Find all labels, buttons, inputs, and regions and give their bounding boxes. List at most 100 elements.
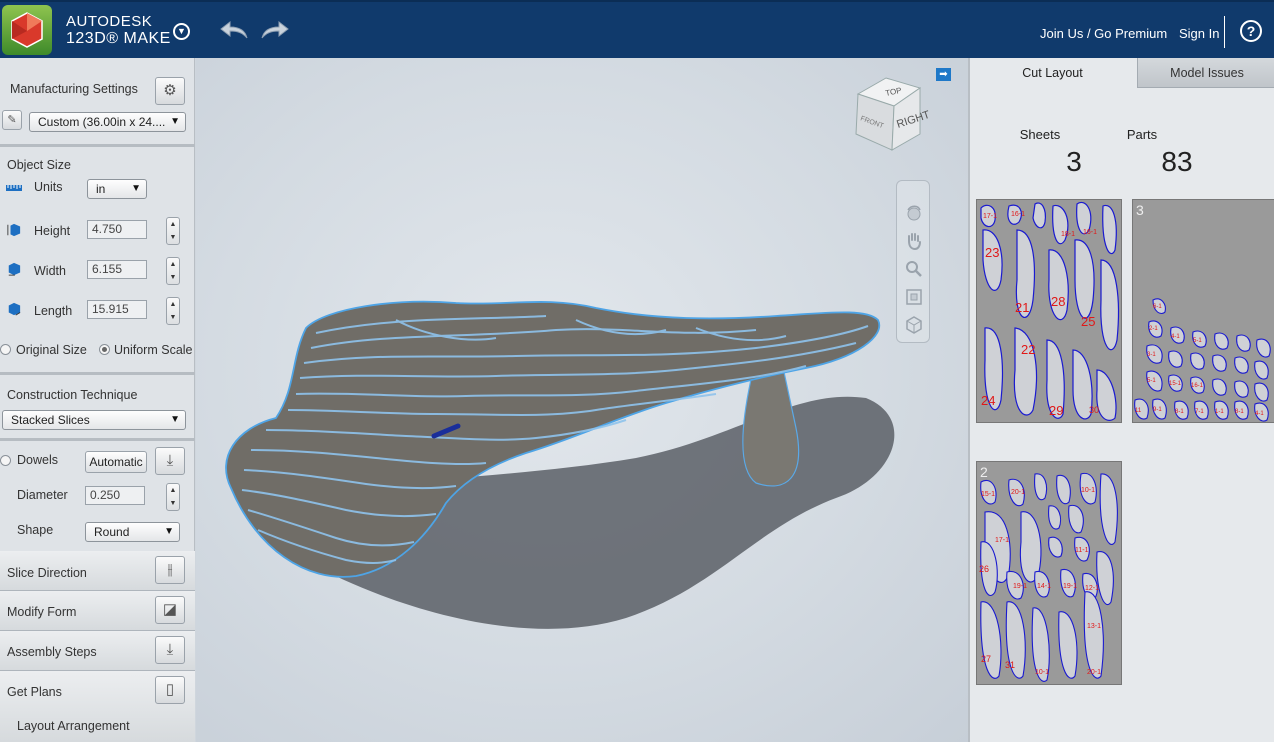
svg-text:5-1: 5-1 xyxy=(1147,378,1156,384)
construction-technique-label: Construction Technique xyxy=(7,388,138,402)
svg-text:19-1: 19-1 xyxy=(1013,583,1027,590)
layout-arrangement-label[interactable]: Layout Arrangement xyxy=(17,719,130,733)
sheet-thumbnail-1[interactable]: 23 21 28 25 22 24 29 30 17-1 16-1 18-1 16-1 xyxy=(976,199,1122,423)
diameter-input[interactable]: 0.250 xyxy=(85,486,145,505)
width-label: Width xyxy=(34,264,66,278)
height-input[interactable]: 4.750 xyxy=(87,220,147,239)
modify-form-icon: ◪ xyxy=(162,601,178,618)
chevron-down-icon: ▼ xyxy=(170,116,180,127)
svg-text:17-1: 17-1 xyxy=(983,213,997,220)
assembly-icon: ⤓ xyxy=(166,641,174,658)
product-name: 123D® MAKE xyxy=(66,30,171,47)
svg-text:15-1: 15-1 xyxy=(981,491,995,498)
svg-text:31: 31 xyxy=(1005,660,1015,670)
assembly-steps-section[interactable]: Assembly Steps ⤓ xyxy=(0,631,195,671)
chevron-down-icon: ▼ xyxy=(164,526,174,537)
redo-icon[interactable] xyxy=(259,19,291,41)
slice-direction-button[interactable]: ⫲ xyxy=(155,556,185,584)
3d-viewport[interactable]: TOP RIGHT FRONT ➡ xyxy=(196,58,968,742)
svg-text:30: 30 xyxy=(1089,405,1099,415)
assembly-steps-label: Assembly Steps xyxy=(7,645,97,659)
construction-technique-select[interactable]: Stacked Slices ▼ xyxy=(2,410,186,430)
dowel-shape-select[interactable]: Round ▼ xyxy=(85,522,180,542)
home-view-icon[interactable] xyxy=(905,316,923,334)
section-divider xyxy=(0,144,195,147)
svg-text:13-1: 13-1 xyxy=(1087,623,1101,630)
sheet-thumbnail-2[interactable]: 2 15-1 20-1 10-1 17-1 11-1 26 19-1 14-1 … xyxy=(976,461,1122,685)
diameter-label: Diameter xyxy=(17,488,68,502)
navigation-bar xyxy=(896,180,930,343)
get-plans-section[interactable]: Get Plans ▯ Layout Arrangement xyxy=(0,671,195,742)
svg-text:8-1: 8-1 xyxy=(1235,409,1244,415)
dowel-placement-button[interactable]: ⤓ xyxy=(155,447,185,475)
material-preset-value: Custom (36.00in x 24.... xyxy=(38,115,166,129)
sheet-3-parts: 6-1 2-1 3-1 4-1 5-1 5-1 15-1 16-1 11 9-1 8-1 7-1… xyxy=(1134,298,1271,422)
width-input[interactable]: 6.155 xyxy=(87,260,147,279)
modify-form-button[interactable]: ◪ xyxy=(155,596,185,624)
get-plans-button[interactable]: ▯ xyxy=(155,676,185,704)
units-select[interactable]: in ▼ xyxy=(87,179,147,199)
svg-text:4-1: 4-1 xyxy=(1255,411,1264,417)
tab-cut-layout[interactable]: Cut Layout xyxy=(970,58,1135,88)
assembly-steps-button[interactable]: ⤓ xyxy=(155,636,185,664)
width-stepper[interactable]: ▲ ▼ xyxy=(166,257,180,285)
parts-label: Parts xyxy=(1126,127,1158,142)
units-value: in xyxy=(96,182,106,196)
svg-text:10-1: 10-1 xyxy=(1035,669,1049,676)
pan-hand-icon[interactable] xyxy=(905,232,923,250)
svg-text:8-1: 8-1 xyxy=(1175,409,1184,415)
modify-form-section[interactable]: Modify Form ◪ xyxy=(0,591,195,631)
material-preset-select[interactable]: Custom (36.00in x 24.... ▼ xyxy=(29,112,186,132)
tab-model-issues[interactable]: Model Issues xyxy=(1137,58,1274,88)
sheet-number-label: 3 xyxy=(1136,202,1144,218)
original-size-label: Original Size xyxy=(16,343,87,357)
sheet-1-parts: 23 21 28 25 22 24 29 30 17-1 16-1 18-1 16-1 xyxy=(980,201,1120,421)
view-cube[interactable]: TOP RIGHT FRONT xyxy=(850,72,930,156)
sign-in-link[interactable]: Sign In xyxy=(1179,26,1219,41)
svg-text:17-1: 17-1 xyxy=(995,537,1009,544)
svg-text:29: 29 xyxy=(1049,403,1063,418)
svg-text:16-1: 16-1 xyxy=(1191,383,1204,389)
length-input[interactable]: 15.915 xyxy=(87,300,147,319)
expand-panel-arrow-icon[interactable]: ➡ xyxy=(936,68,951,81)
section-divider xyxy=(0,438,195,441)
svg-text:7-1: 7-1 xyxy=(1195,409,1204,415)
svg-text:21: 21 xyxy=(1015,300,1029,315)
uniform-scale-radio[interactable] xyxy=(99,344,110,355)
dowels-toggle[interactable] xyxy=(0,455,11,466)
join-premium-link[interactable]: Join Us / Go Premium xyxy=(1040,26,1167,41)
fit-view-icon[interactable] xyxy=(905,288,923,306)
manufacturing-settings-button[interactable]: ⚙ xyxy=(155,77,185,105)
svg-text:19-1: 19-1 xyxy=(1063,583,1077,590)
svg-text:27: 27 xyxy=(981,654,991,664)
svg-text:3-1: 3-1 xyxy=(1147,352,1156,358)
document-icon: ▯ xyxy=(165,681,175,698)
zoom-icon[interactable] xyxy=(905,260,923,278)
original-size-radio[interactable] xyxy=(0,344,11,355)
undo-icon[interactable] xyxy=(218,19,250,41)
chevron-down-icon: ▼ xyxy=(131,183,141,194)
slice-direction-section[interactable]: Slice Direction ⫲ xyxy=(0,551,195,591)
units-label: Units xyxy=(34,180,63,194)
svg-text:18-1: 18-1 xyxy=(1061,231,1075,238)
help-icon[interactable]: ? xyxy=(1240,20,1262,42)
app-logo-icon xyxy=(11,12,43,48)
orbit-icon[interactable] xyxy=(905,204,923,222)
height-stepper[interactable]: ▲ ▼ xyxy=(166,217,180,245)
shape-label: Shape xyxy=(17,523,54,537)
dowels-automatic-button[interactable]: Automatic xyxy=(85,451,147,473)
sheet-thumbnail-3[interactable]: 3 6-1 2-1 3-1 4-1 5-1 5-1 15-1 16-1 11 9… xyxy=(1132,199,1274,423)
length-label: Length xyxy=(34,304,73,318)
svg-text:22: 22 xyxy=(1021,342,1035,357)
width-cube-icon xyxy=(8,262,21,276)
edit-material-button[interactable]: ✎ xyxy=(2,110,22,130)
get-plans-label: Get Plans xyxy=(7,685,62,699)
app-logo[interactable] xyxy=(2,5,52,55)
app-menu-chevron-icon[interactable]: ▼ xyxy=(173,23,190,40)
svg-text:9-1: 9-1 xyxy=(1153,407,1162,413)
length-stepper[interactable]: ▲ ▼ xyxy=(166,297,180,325)
svg-text:15-1: 15-1 xyxy=(1169,381,1182,387)
svg-text:4-1: 4-1 xyxy=(1171,334,1180,340)
shape-value: Round xyxy=(94,525,130,539)
diameter-stepper[interactable]: ▲ ▼ xyxy=(166,483,180,511)
